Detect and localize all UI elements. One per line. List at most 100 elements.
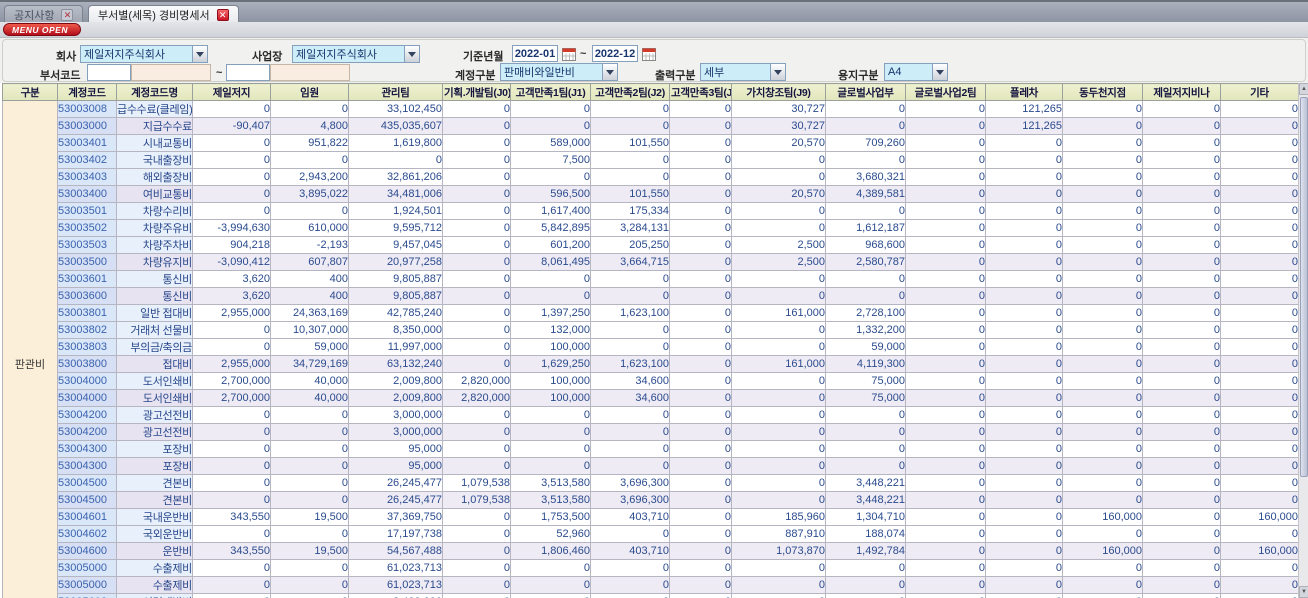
amount-cell[interactable]: 19,500	[270, 508, 349, 526]
amount-cell[interactable]: 0	[905, 304, 986, 322]
account-name-cell[interactable]: 일반 접대비	[116, 304, 193, 322]
amount-cell[interactable]: 0	[669, 236, 732, 254]
amount-cell[interactable]: 0	[905, 372, 986, 390]
amount-cell[interactable]: 0	[905, 236, 986, 254]
amount-cell[interactable]: 0	[905, 508, 986, 526]
amount-cell[interactable]: 1,073,870	[731, 542, 826, 560]
amount-cell[interactable]: 0	[510, 287, 591, 305]
tab-close-icon[interactable]: ✕	[216, 9, 229, 21]
amount-cell[interactable]: 100,000	[510, 389, 591, 407]
amount-cell[interactable]: 0	[1142, 593, 1221, 598]
table-row[interactable]: 53004300 포장비 0 0 95,000 0 0 0 0 0 0 0 0 0 0 0	[3, 457, 1298, 475]
account-name-cell[interactable]: 접대비	[116, 355, 193, 373]
amount-cell[interactable]: 2,728,100	[825, 304, 906, 322]
amount-cell[interactable]: 2,400,000	[348, 593, 443, 598]
amount-cell[interactable]: 1,304,710	[825, 508, 906, 526]
table-row[interactable]: 53003601 통신비 3,620 400 9,805,887 0 0 0 0 0 0 0 0 0 0 0	[3, 270, 1298, 288]
amount-cell[interactable]: 0	[1062, 525, 1143, 543]
amount-cell[interactable]: 1,332,200	[825, 321, 906, 339]
column-header[interactable]: 고객만족3팀(J3)	[669, 83, 732, 101]
amount-cell[interactable]: 0	[1062, 474, 1143, 492]
account-code-cell[interactable]: 53003503	[57, 236, 117, 254]
amount-cell[interactable]: 3,284,131	[590, 219, 670, 237]
table-row[interactable]: 53004500 견본비 0 0 26,245,477 1,079,538 3,513,58…	[3, 491, 1298, 509]
amount-cell[interactable]: 0	[669, 270, 732, 288]
amount-cell[interactable]: 61,023,713	[348, 559, 443, 577]
amount-cell[interactable]: 607,807	[270, 253, 349, 271]
amount-cell[interactable]: 0	[1142, 287, 1221, 305]
amount-cell[interactable]: 161,000	[731, 304, 826, 322]
amount-cell[interactable]: 0	[905, 134, 986, 152]
amount-cell[interactable]: 0	[669, 440, 732, 458]
amount-cell[interactable]: 0	[985, 338, 1063, 356]
table-row[interactable]: 53004602 국외운반비 0 0 17,197,738 0 52,960 0 0 887,91…	[3, 525, 1298, 543]
amount-cell[interactable]: 0	[1220, 457, 1298, 475]
amount-cell[interactable]: 0	[1220, 491, 1298, 509]
amount-cell[interactable]: 0	[905, 542, 986, 560]
amount-cell[interactable]: 20,977,258	[348, 253, 443, 271]
amount-cell[interactable]: 0	[1142, 389, 1221, 407]
amount-cell[interactable]: 101,550	[590, 134, 670, 152]
amount-cell[interactable]: 0	[825, 593, 906, 598]
scrollbar-thumb[interactable]	[1300, 97, 1308, 477]
amount-cell[interactable]: 0	[825, 117, 906, 135]
amount-cell[interactable]: 0	[270, 440, 349, 458]
account-code-cell[interactable]: 53004500	[57, 474, 117, 492]
amount-cell[interactable]: 0	[1142, 525, 1221, 543]
account-code-cell[interactable]: 53004000	[57, 389, 117, 407]
table-row[interactable]: 53003800 접대비 2,955,000 34,729,169 63,132,240…	[3, 355, 1298, 373]
amount-cell[interactable]: 5,842,895	[510, 219, 591, 237]
amount-cell[interactable]: 0	[825, 576, 906, 594]
paper-type-select[interactable]: A4	[884, 63, 948, 81]
amount-cell[interactable]: 0	[442, 321, 511, 339]
amount-cell[interactable]: 40,000	[270, 372, 349, 390]
amount-cell[interactable]: 0	[442, 355, 511, 373]
amount-cell[interactable]: 0	[669, 525, 732, 543]
amount-cell[interactable]: 3,680,321	[825, 168, 906, 186]
account-name-cell[interactable]: 부의금/축의금	[116, 338, 193, 356]
account-name-cell[interactable]: 포장비	[116, 457, 193, 475]
amount-cell[interactable]: 0	[192, 202, 271, 220]
amount-cell[interactable]: 0	[1062, 576, 1143, 594]
amount-cell[interactable]: 0	[192, 134, 271, 152]
amount-cell[interactable]: 0	[669, 355, 732, 373]
amount-cell[interactable]: 0	[669, 508, 732, 526]
amount-cell[interactable]: 0	[905, 100, 986, 118]
amount-cell[interactable]: 0	[731, 287, 826, 305]
amount-cell[interactable]: 0	[1220, 338, 1298, 356]
account-code-cell[interactable]: 53004300	[57, 440, 117, 458]
table-row[interactable]: 53004200 광고선전비 0 0 3,000,000 0 0 0 0 0 0 0 0 0 0 0	[3, 423, 1298, 441]
account-code-cell[interactable]: 53003501	[57, 202, 117, 220]
column-header[interactable]: 계정코드명	[116, 83, 193, 101]
amount-cell[interactable]: 0	[905, 576, 986, 594]
amount-cell[interactable]: 0	[985, 542, 1063, 560]
amount-cell[interactable]: 0	[1142, 185, 1221, 203]
amount-cell[interactable]: 0	[510, 168, 591, 186]
amount-cell[interactable]: 0	[192, 440, 271, 458]
workplace-select[interactable]: 제일저지주식회사	[292, 45, 420, 63]
amount-cell[interactable]: 1,079,538	[442, 491, 511, 509]
amount-cell[interactable]: 0	[985, 168, 1063, 186]
amount-cell[interactable]: 0	[1062, 559, 1143, 577]
amount-cell[interactable]: 9,595,712	[348, 219, 443, 237]
amount-cell[interactable]: 0	[731, 389, 826, 407]
amount-cell[interactable]: 52,960	[510, 525, 591, 543]
amount-cell[interactable]: 0	[985, 253, 1063, 271]
amount-cell[interactable]: 0	[442, 508, 511, 526]
account-code-cell[interactable]: 53004200	[57, 406, 117, 424]
amount-cell[interactable]: 601,200	[510, 236, 591, 254]
amount-cell[interactable]: 0	[985, 593, 1063, 598]
amount-cell[interactable]: 0	[825, 100, 906, 118]
amount-cell[interactable]: 0	[442, 542, 511, 560]
amount-cell[interactable]: 0	[270, 525, 349, 543]
amount-cell[interactable]: 0	[905, 219, 986, 237]
amount-cell[interactable]: 0	[590, 338, 670, 356]
amount-cell[interactable]: 0	[270, 593, 349, 598]
amount-cell[interactable]: 0	[1062, 117, 1143, 135]
amount-cell[interactable]: 0	[442, 593, 511, 598]
dept-code-to-input[interactable]	[226, 64, 270, 81]
amount-cell[interactable]: 0	[192, 185, 271, 203]
amount-cell[interactable]: 0	[905, 559, 986, 577]
amount-cell[interactable]: 0	[590, 440, 670, 458]
table-row[interactable]: 53005602인력개발비002,400,00000000000000	[3, 593, 1298, 598]
